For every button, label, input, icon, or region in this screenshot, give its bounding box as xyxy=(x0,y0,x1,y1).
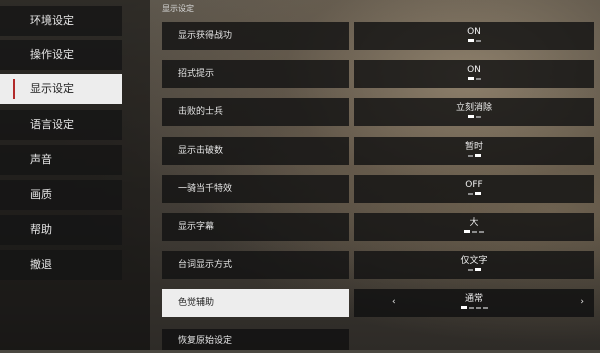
option-indicator xyxy=(354,306,594,312)
setting-value-defeated-soldiers[interactable]: 立刻消除 xyxy=(354,98,594,126)
option-indicator xyxy=(354,192,594,198)
setting-value-musou-effects[interactable]: OFF xyxy=(354,175,594,203)
option-indicator xyxy=(354,115,594,121)
option-indicator xyxy=(354,39,594,45)
sidebar-item-help[interactable]: 帮助 xyxy=(0,215,122,245)
sidebar-item-display[interactable]: 显示设定 xyxy=(0,74,122,104)
setting-value-text: 立刻消除 xyxy=(455,103,492,113)
setting-value-text: ON xyxy=(467,27,481,37)
sidebar-item-graphics[interactable]: 画质 xyxy=(0,180,122,210)
option-indicator xyxy=(354,268,594,274)
setting-value-color-assist[interactable]: ‹ 通常 › xyxy=(354,289,594,317)
sidebar-item-retreat[interactable]: 撤退 xyxy=(0,250,122,280)
option-dot xyxy=(475,115,481,118)
section-title: 显示设定 xyxy=(162,4,194,13)
option-dot xyxy=(479,230,484,233)
setting-value-text: 大 xyxy=(469,218,479,228)
option-dot xyxy=(467,192,473,195)
option-dot xyxy=(467,39,474,42)
reset-defaults-button[interactable]: 恢复原始设定 xyxy=(162,329,349,350)
chevron-right-icon[interactable]: › xyxy=(580,297,584,307)
setting-value-text: OFF xyxy=(465,180,483,190)
option-dot xyxy=(464,230,470,233)
chevron-left-icon[interactable]: ‹ xyxy=(392,297,396,307)
option-dot xyxy=(475,306,481,309)
setting-value-text: 仅文字 xyxy=(460,256,488,266)
setting-value-text: ON xyxy=(467,65,481,75)
setting-value-text: 暂时 xyxy=(464,142,483,152)
option-dot xyxy=(468,306,474,309)
settings-sidebar: 环境设定 操作设定 显示设定 语言设定 声音 画质 帮助 撤退 xyxy=(0,0,150,350)
setting-value-dialogue-display[interactable]: 仅文字 xyxy=(354,251,594,279)
option-dot xyxy=(467,77,474,80)
setting-label-show-merits[interactable]: 显示获得战功 xyxy=(162,22,349,50)
sidebar-item-language[interactable]: 语言设定 xyxy=(0,110,122,140)
setting-label-musou-effects[interactable]: 一骑当千特效 xyxy=(162,175,349,203)
setting-value-move-hints[interactable]: ON xyxy=(354,60,594,88)
setting-label-subtitles[interactable]: 显示字幕 xyxy=(162,213,349,241)
option-dot xyxy=(482,306,488,309)
setting-value-show-merits[interactable]: ON xyxy=(354,22,594,50)
setting-value-ko-count[interactable]: 暂时 xyxy=(354,137,594,165)
setting-label-dialogue-display[interactable]: 台词显示方式 xyxy=(162,251,349,279)
setting-label-defeated-soldiers[interactable]: 击败的士兵 xyxy=(162,98,349,126)
option-dot xyxy=(472,230,477,233)
setting-value-subtitles[interactable]: 大 xyxy=(354,213,594,241)
option-dot xyxy=(467,115,474,118)
sidebar-item-controls[interactable]: 操作设定 xyxy=(0,40,122,70)
option-dot xyxy=(467,154,473,157)
option-dot xyxy=(474,268,481,271)
option-indicator xyxy=(354,230,594,236)
option-dot xyxy=(474,154,481,157)
option-dot xyxy=(475,39,481,42)
setting-label-ko-count[interactable]: 显示击破数 xyxy=(162,137,349,165)
setting-label-move-hints[interactable]: 招式提示 xyxy=(162,60,349,88)
setting-label-color-assist[interactable]: 色觉辅助 xyxy=(162,289,349,317)
option-dot xyxy=(474,192,481,195)
sidebar-item-sound[interactable]: 声音 xyxy=(0,145,122,175)
option-dot xyxy=(467,268,473,271)
setting-value-text: 通常 xyxy=(464,294,483,304)
sidebar-item-environment[interactable]: 环境设定 xyxy=(0,6,122,36)
option-indicator xyxy=(354,154,594,160)
option-dot xyxy=(475,77,481,80)
option-dot xyxy=(460,306,467,309)
option-indicator xyxy=(354,77,594,83)
